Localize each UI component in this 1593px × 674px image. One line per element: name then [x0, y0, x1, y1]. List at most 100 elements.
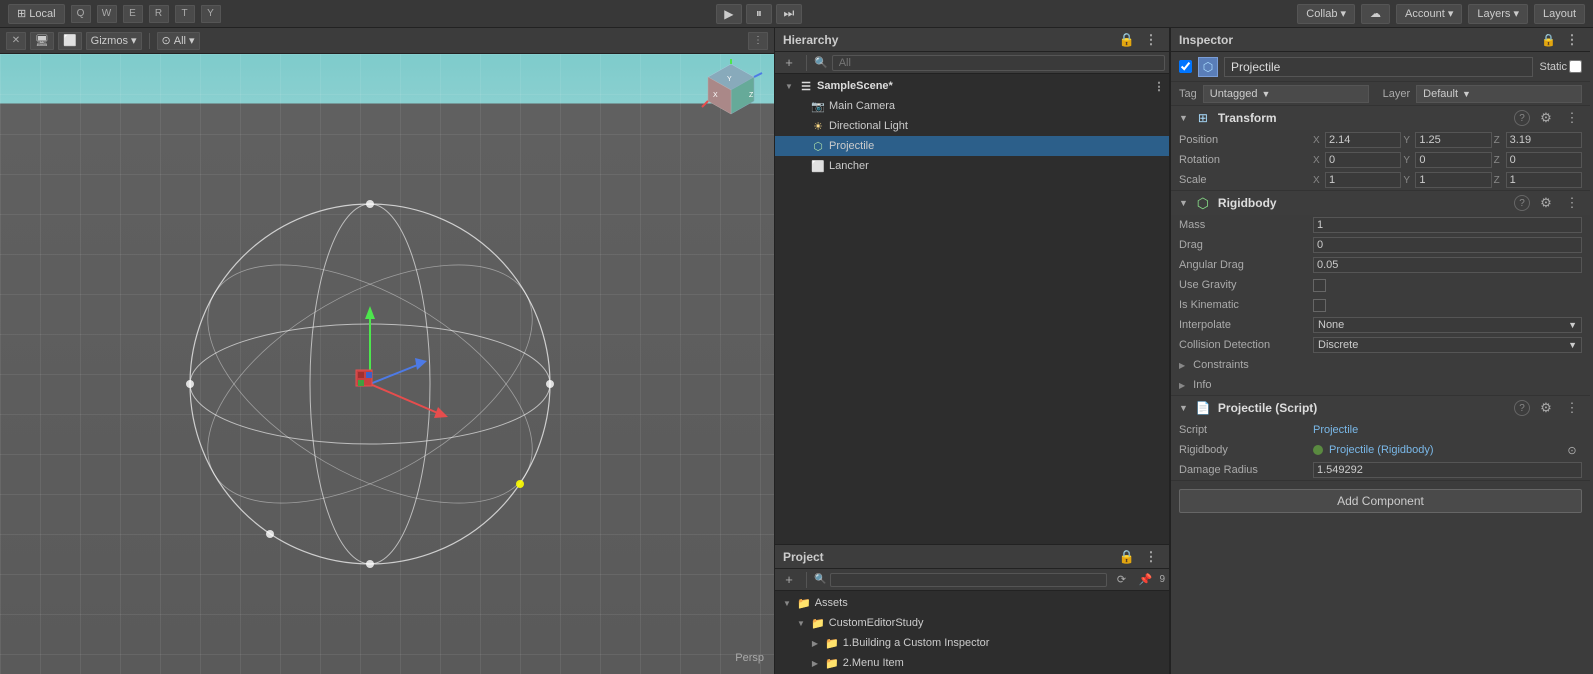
transform-tool-r[interactable]: R [149, 5, 169, 23]
static-badge: Static [1539, 60, 1582, 73]
script-settings-icon[interactable]: ⚙ [1536, 399, 1556, 417]
damage-radius-input[interactable] [1313, 462, 1582, 478]
rot-z-input[interactable] [1506, 152, 1582, 168]
info-row[interactable]: ▶ Info [1171, 375, 1590, 395]
rigidbody-header[interactable]: ▼ ⬡ Rigidbody ? ⚙ ⋮ [1171, 191, 1590, 215]
rigidbody-menu-icon[interactable]: ⋮ [1562, 194, 1582, 212]
object-name-input[interactable] [1224, 57, 1533, 77]
collab-button[interactable]: Collab ▾ [1297, 4, 1355, 24]
script-menu-icon[interactable]: ⋮ [1562, 399, 1582, 417]
local-button[interactable]: ⊞ Local [8, 4, 65, 24]
account-button[interactable]: Account ▾ [1396, 4, 1462, 24]
arrow-dirlight [795, 120, 807, 132]
scale-x-input[interactable] [1325, 172, 1401, 188]
tag-dropdown[interactable]: Untagged ▼ [1203, 85, 1369, 103]
layout-button[interactable]: Layout [1534, 4, 1585, 24]
transform-tool-y[interactable]: Y [201, 5, 221, 23]
script-icon: 📄 [1194, 399, 1212, 417]
damage-radius-row: Damage Radius [1171, 460, 1590, 480]
mass-input[interactable] [1313, 217, 1582, 233]
hierarchy-menu-icon[interactable]: ⋮ [1141, 31, 1161, 49]
constraints-row[interactable]: ▶ Constraints [1171, 355, 1590, 375]
rot-y-input[interactable] [1415, 152, 1491, 168]
rigidbody-help-icon[interactable]: ? [1514, 195, 1530, 211]
layer-dropdown[interactable]: Default ▼ [1416, 85, 1582, 103]
hier-sep [806, 55, 807, 71]
script-header[interactable]: ▼ 📄 Projectile (Script) ? ⚙ ⋮ [1171, 396, 1590, 420]
rot-x-input[interactable] [1325, 152, 1401, 168]
is-kinematic-checkbox[interactable] [1313, 299, 1326, 312]
nav-cube[interactable]: Y Z X [699, 59, 764, 124]
hierarchy-search-input[interactable] [832, 55, 1165, 71]
hierarchy-item-maincamera[interactable]: 📷 Main Camera [775, 96, 1169, 116]
cloud-button[interactable]: ☁ [1361, 4, 1390, 24]
pos-z-input[interactable] [1506, 132, 1582, 148]
interpolate-dropdown[interactable]: None ▼ [1313, 317, 1582, 333]
inspector-menu-icon[interactable]: ⋮ [1562, 31, 1582, 49]
lancher-label: Lancher [829, 160, 869, 172]
hierarchy-item-lancher[interactable]: ⬜ Lancher [775, 156, 1169, 176]
render-mode-dropdown[interactable]: ⬜ [58, 32, 82, 50]
script-help-icon[interactable]: ? [1514, 400, 1530, 416]
rigidbody-settings-icon[interactable]: ⚙ [1536, 194, 1556, 212]
folder-icon-menu: 📁 [825, 657, 839, 670]
scene-close-icon[interactable]: ✕ [6, 32, 26, 50]
all-dropdown[interactable]: ⊙ All ▾ [157, 32, 200, 50]
arrow-lancher [795, 160, 807, 172]
scene-view[interactable]: Y Z X Persp [0, 54, 774, 674]
play-icon: ▶ [724, 7, 733, 21]
transform-help-icon[interactable]: ? [1514, 110, 1530, 126]
proj-refresh-icon[interactable]: ⟳ [1111, 571, 1131, 589]
rigidbody-ref-pick-icon[interactable]: ⊙ [1562, 441, 1582, 459]
scene-view-icon: ⊙ [162, 34, 171, 47]
transform-tool-q[interactable]: Q [71, 5, 91, 23]
hierarchy-item-projectile[interactable]: ⬡ Projectile [775, 136, 1169, 156]
project-item-assets[interactable]: ▼ 📁 Assets [775, 593, 1169, 613]
add-component-button[interactable]: Add Component [1179, 489, 1582, 513]
transform-tool-t[interactable]: T [175, 5, 195, 23]
transform-header[interactable]: ▼ ⊞ Transform ? ⚙ ⋮ [1171, 106, 1590, 130]
play-button[interactable]: ▶ [716, 4, 742, 24]
drag-input[interactable] [1313, 237, 1582, 253]
use-gravity-checkbox[interactable] [1313, 279, 1326, 292]
project-add-button[interactable]: + [779, 571, 799, 589]
script-component: ▼ 📄 Projectile (Script) ? ⚙ ⋮ Script Pro… [1171, 396, 1590, 481]
transform-settings-icon[interactable]: ⚙ [1536, 109, 1556, 127]
object-active-checkbox[interactable] [1179, 60, 1192, 73]
rotation-label: Rotation [1179, 154, 1309, 166]
layers-button[interactable]: Layers ▾ [1468, 4, 1528, 24]
scale-y-input[interactable] [1415, 172, 1491, 188]
position-label: Position [1179, 134, 1309, 146]
proj-pin-icon[interactable]: 📌 [1135, 571, 1155, 589]
scene-menu-btn[interactable]: ⋮ [1149, 77, 1169, 95]
collision-detection-label: Collision Detection [1179, 339, 1309, 351]
step-button[interactable]: ⏭ [776, 4, 802, 24]
pos-y-input[interactable] [1415, 132, 1491, 148]
hierarchy-item-directionallight[interactable]: ☀ Directional Light [775, 116, 1169, 136]
project-menu-icon[interactable]: ⋮ [1141, 548, 1161, 566]
search-icon: 🔍 [814, 56, 828, 69]
transform-menu-icon[interactable]: ⋮ [1562, 109, 1582, 127]
pause-button[interactable]: ⏸ [746, 4, 772, 24]
view-mode-dropdown[interactable]: 🖥 [30, 32, 54, 50]
collision-detection-dropdown[interactable]: Discrete ▼ [1313, 337, 1582, 353]
hierarchy-lock-icon[interactable]: 🔒 [1117, 31, 1137, 49]
pos-x-input[interactable] [1325, 132, 1401, 148]
project-item-building[interactable]: ▶ 📁 1.Building a Custom Inspector [775, 633, 1169, 653]
angular-drag-input[interactable] [1313, 257, 1582, 273]
gizmos-dropdown[interactable]: Gizmos ▾ [86, 32, 142, 50]
project-item-menuitem[interactable]: ▶ 📁 2.Menu Item [775, 653, 1169, 673]
cloud-icon: ☁ [1370, 7, 1381, 20]
transform-tool-w[interactable]: W [97, 5, 117, 23]
project-item-customeditor[interactable]: ▼ 📁 CustomEditorStudy [775, 613, 1169, 633]
hierarchy-add-button[interactable]: + [779, 54, 799, 72]
static-checkbox[interactable] [1569, 60, 1582, 73]
project-search-input[interactable] [830, 573, 1107, 587]
hierarchy-item-samplescene[interactable]: ▼ ☰ SampleScene* ⋮ [775, 76, 1169, 96]
transform-tool-e[interactable]: E [123, 5, 143, 23]
inspector-lock-icon[interactable]: 🔒 [1541, 33, 1556, 47]
scene-menu-icon[interactable]: ⋮ [748, 32, 768, 50]
project-lock-icon[interactable]: 🔒 [1117, 548, 1137, 566]
scale-z-input[interactable] [1506, 172, 1582, 188]
scale-z-label: Z [1494, 175, 1504, 186]
